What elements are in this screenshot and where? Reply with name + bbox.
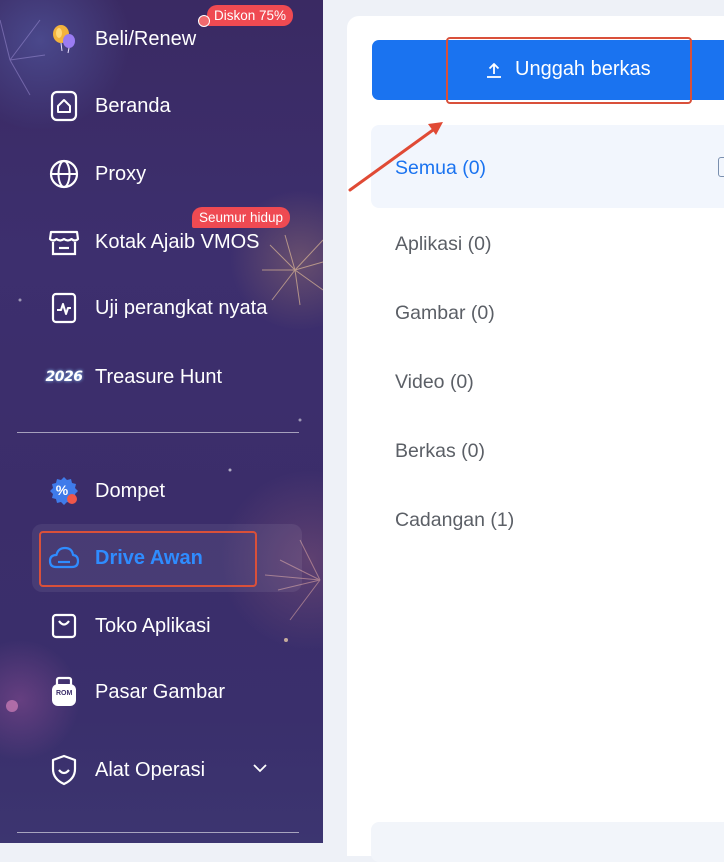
sidebar-item-label: Proxy — [95, 162, 147, 185]
sidebar-item-uji-perangkat-nyata[interactable]: Uji perangkat nyata — [48, 288, 267, 328]
sidebar-item-toko-aplikasi[interactable]: Toko Aplikasi — [48, 606, 211, 646]
select-all-checkbox[interactable] — [718, 157, 724, 177]
sidebar-item-dompet[interactable]: % Dompet — [48, 471, 165, 511]
rom-icon: ROM — [48, 676, 80, 708]
sidebar-item-treasure-hunt[interactable]: 2026 Treasure Hunt — [45, 357, 223, 397]
bottom-card — [371, 822, 724, 862]
category-cadangan[interactable]: Cadangan (1) — [395, 509, 514, 532]
sidebar-item-alat-operasi[interactable]: Alat Operasi — [48, 750, 205, 790]
sidebar-item-label: Kotak Ajaib VMOS — [95, 230, 260, 253]
fireworks-decoration — [0, 19, 323, 712]
sidebar-item-proxy[interactable]: Proxy — [48, 154, 146, 194]
notification-dot — [198, 15, 210, 27]
sidebar-divider-bottom — [17, 832, 299, 833]
year-2026-icon: 2026 — [45, 369, 83, 385]
sidebar-item-label: Alat Operasi — [95, 758, 206, 781]
sidebar-item-label: Uji perangkat nyata — [95, 296, 268, 319]
category-berkas[interactable]: Berkas (0) — [395, 440, 485, 463]
sidebar-item-label: Treasure Hunt — [95, 365, 223, 388]
sidebar-item-label: Beranda — [95, 94, 171, 117]
category-semua[interactable]: Semua (0) — [395, 157, 486, 180]
sidebar-item-label: Toko Aplikasi — [95, 614, 211, 637]
sidebar-divider — [17, 432, 299, 433]
shield-icon — [48, 754, 80, 786]
sidebar-item-beli-renew[interactable]: Beli/Renew — [48, 19, 196, 59]
globe-icon — [48, 158, 80, 190]
sidebar-item-label: Pasar Gambar — [95, 680, 226, 703]
highlight-box-drive-awan — [39, 531, 257, 587]
category-gambar[interactable]: Gambar (0) — [395, 302, 495, 325]
sidebar-item-beranda[interactable]: Beranda — [48, 86, 171, 126]
discount-badge: Diskon 75% — [207, 5, 294, 26]
sidebar-item-label: Beli/Renew — [95, 27, 197, 50]
bag-icon — [48, 610, 80, 642]
category-aplikasi[interactable]: Aplikasi (0) — [395, 233, 491, 256]
sidebar-item-kotak-ajaib-vmos[interactable]: Kotak Ajaib VMOS — [48, 222, 260, 262]
sidebar: Diskon 75% Seumur hidup Beli/Renew Beran… — [0, 0, 323, 843]
highlight-box-upload — [446, 37, 692, 104]
chevron-down-icon[interactable] — [252, 762, 268, 774]
sidebar-item-pasar-gambar[interactable]: ROM Pasar Gambar — [48, 672, 225, 712]
balloon-icon — [48, 23, 80, 55]
device-test-icon — [48, 292, 80, 324]
home-icon — [48, 90, 80, 122]
store-icon — [48, 226, 80, 258]
category-video[interactable]: Video (0) — [395, 371, 474, 394]
sidebar-item-label: Dompet — [95, 479, 166, 502]
wallet-badge-icon: % — [48, 475, 80, 507]
